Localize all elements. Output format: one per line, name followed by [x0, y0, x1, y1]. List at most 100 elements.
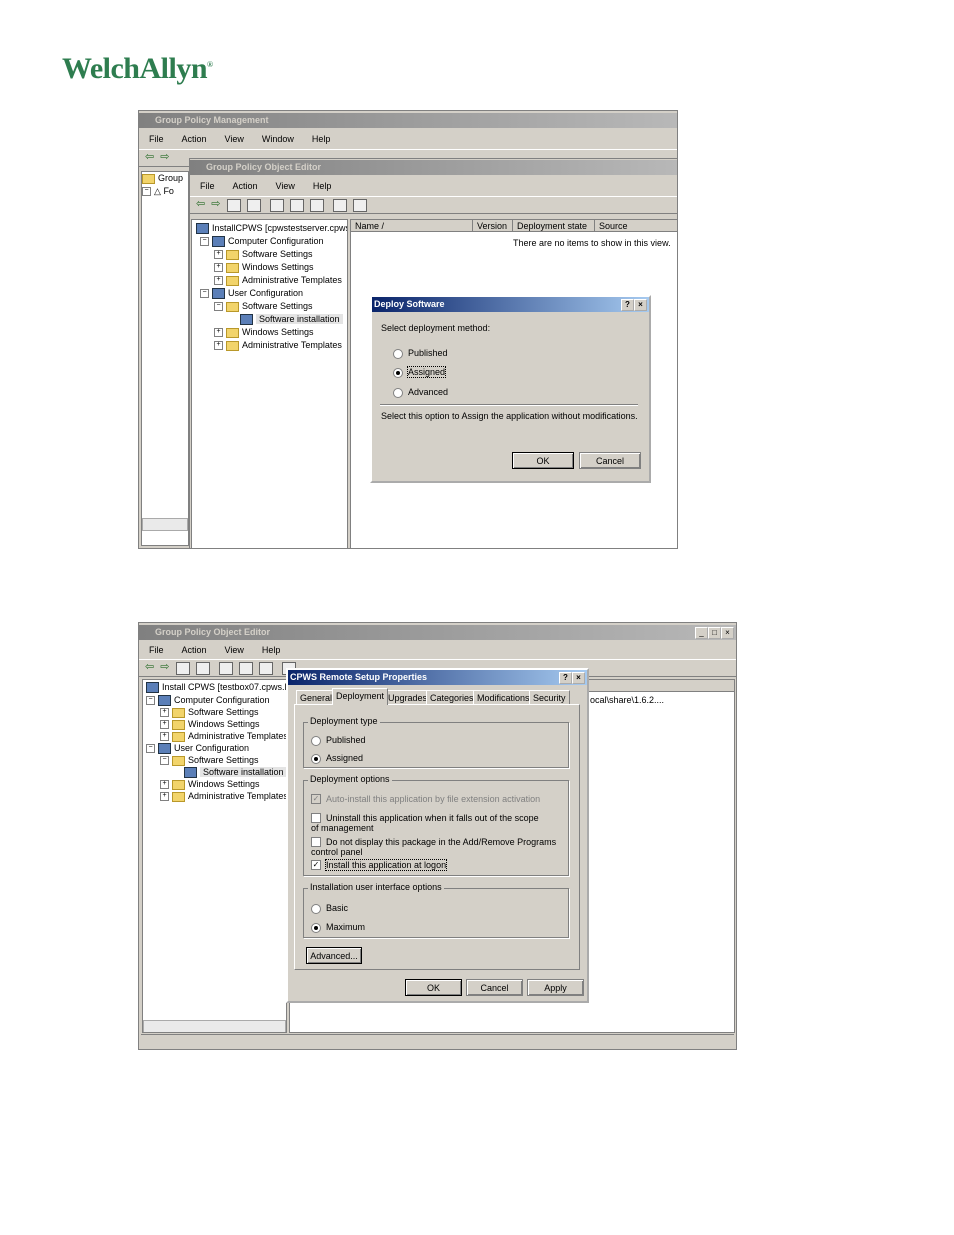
gpm-icon [142, 173, 155, 184]
tree-horizontal-scrollbar[interactable] [143, 1020, 286, 1032]
help-icon[interactable] [332, 199, 347, 212]
radio-published[interactable]: Published [311, 735, 366, 746]
gpm-tree-scrollbar[interactable] [142, 518, 188, 531]
radio-basic[interactable]: Basic [311, 903, 348, 914]
tree-administrative-templates[interactable]: + Administrative Templates [146, 730, 286, 742]
properties-icon[interactable] [270, 199, 284, 212]
radio-icon [311, 735, 321, 746]
tab-security[interactable]: Security [529, 690, 570, 704]
menu-help[interactable]: Help [313, 181, 332, 191]
tab-categories[interactable]: Categories [426, 690, 478, 704]
radio-assigned[interactable]: Assigned [393, 366, 447, 378]
export-icon[interactable] [310, 199, 324, 212]
help-button[interactable]: ? [559, 672, 572, 684]
menu-action[interactable]: Action [233, 181, 258, 191]
menu-file[interactable]: File [149, 645, 164, 655]
computer-icon [158, 695, 171, 707]
up-folder-icon[interactable] [227, 199, 242, 212]
apply-button[interactable]: Apply [527, 979, 584, 996]
cancel-button[interactable]: Cancel [466, 979, 523, 996]
tree-software-installation[interactable]: Software installation [146, 766, 286, 779]
menu-help[interactable]: Help [262, 645, 281, 655]
back-arrow-icon[interactable]: ⇦ [145, 150, 154, 164]
forward-arrow-icon[interactable]: ⇨ [160, 150, 169, 164]
radio-selected-icon [311, 922, 321, 933]
column-source[interactable]: Source [595, 220, 677, 232]
column-name[interactable]: Name / [351, 220, 473, 232]
forward-arrow-icon[interactable]: ⇨ [160, 660, 169, 674]
forest-icon: △ [154, 186, 161, 196]
checkbox-hide-add-remove[interactable]: Do not display this package in the Add/R… [311, 837, 561, 857]
deploy-prompt: Select deployment method: [381, 323, 491, 333]
refresh-icon[interactable] [239, 662, 253, 675]
menu-file[interactable]: File [200, 181, 215, 191]
maximize-button[interactable]: □ [708, 627, 721, 639]
menu-view[interactable]: View [225, 134, 244, 144]
help-button[interactable]: ? [621, 299, 634, 311]
tree-windows-settings[interactable]: + Windows Settings [196, 261, 347, 274]
show-hide-tree-icon[interactable] [196, 662, 211, 675]
radio-published[interactable]: Published [393, 348, 448, 359]
menu-window[interactable]: Window [262, 134, 294, 144]
tab-modifications[interactable]: Modifications [473, 690, 534, 704]
tree-software-settings[interactable]: − Software Settings [196, 300, 347, 313]
tree-user-configuration[interactable]: − User Configuration [196, 287, 347, 300]
tree-software-settings[interactable]: + Software Settings [146, 706, 286, 718]
close-button[interactable]: × [572, 672, 585, 684]
console-icon[interactable] [352, 199, 367, 212]
tab-deployment[interactable]: Deployment [332, 688, 389, 705]
minimize-button[interactable]: _ [695, 627, 708, 639]
tab-upgrades[interactable]: Upgrades [384, 690, 432, 704]
menu-view[interactable]: View [276, 181, 295, 191]
radio-assigned[interactable]: Assigned [311, 753, 363, 764]
show-hide-tree-icon[interactable] [247, 199, 262, 212]
deployment-type-group: Deployment type Published Assigned [303, 716, 569, 768]
tree-item[interactable]: − △ Fo [142, 185, 188, 198]
menu-view[interactable]: View [225, 645, 244, 655]
close-button[interactable]: × [634, 299, 647, 311]
tree-computer-configuration[interactable]: − Computer Configuration [196, 235, 347, 248]
tree-software-settings[interactable]: − Software Settings [146, 754, 286, 766]
menu-file[interactable]: File [149, 134, 164, 144]
tree-administrative-templates[interactable]: + Administrative Templates [146, 790, 286, 802]
radio-maximum[interactable]: Maximum [311, 922, 365, 933]
tree-root[interactable]: InstallCPWS [cpwstestserver.cpws [196, 222, 347, 235]
cancel-button[interactable]: Cancel [579, 452, 641, 469]
checkbox-install-at-logon[interactable]: ✓ Install this application at logon [311, 859, 448, 871]
tree-windows-settings[interactable]: + Windows Settings [196, 326, 347, 339]
package-source: ocal\share\1.6.2.... [590, 695, 665, 705]
back-arrow-icon[interactable]: ⇦ [145, 660, 154, 674]
menu-action[interactable]: Action [182, 645, 207, 655]
advanced-button[interactable]: Advanced... [306, 947, 362, 964]
tree-administrative-templates[interactable]: + Administrative Templates [196, 339, 347, 352]
radio-selected-icon [393, 367, 403, 378]
tree-windows-settings[interactable]: + Windows Settings [146, 778, 286, 790]
ok-button[interactable]: OK [512, 452, 574, 469]
radio-advanced[interactable]: Advanced [393, 387, 448, 398]
tree-user-configuration[interactable]: − User Configuration [146, 742, 286, 755]
up-folder-icon[interactable] [176, 662, 191, 675]
forward-arrow-icon[interactable]: ⇨ [211, 197, 220, 211]
column-deployment-state[interactable]: Deployment state [513, 220, 595, 232]
tree-computer-configuration[interactable]: − Computer Configuration [146, 694, 286, 707]
tree-item[interactable]: Group [142, 172, 188, 185]
menu-action[interactable]: Action [182, 134, 207, 144]
checkbox-icon [311, 813, 321, 823]
tree-software-settings[interactable]: + Software Settings [196, 248, 347, 261]
properties-icon[interactable] [219, 662, 233, 675]
tree-root[interactable]: Install CPWS [testbox07.cpws.loca [146, 681, 286, 694]
close-button[interactable]: × [721, 627, 734, 639]
menu-help[interactable]: Help [312, 134, 331, 144]
tab-general[interactable]: General [296, 690, 337, 704]
back-arrow-icon[interactable]: ⇦ [196, 197, 205, 211]
refresh-icon[interactable] [290, 199, 304, 212]
tree-software-installation[interactable]: Software installation [196, 313, 347, 326]
checkbox-uninstall-out-of-scope[interactable]: Uninstall this application when it falls… [311, 813, 541, 833]
column-version[interactable]: Version [473, 220, 513, 232]
gpoe-tree-pane: Install CPWS [testbox07.cpws.loca −Compu… [142, 679, 287, 1033]
ok-button[interactable]: OK [405, 979, 462, 996]
export-icon[interactable] [259, 662, 273, 675]
tree-windows-settings[interactable]: + Windows Settings [146, 718, 286, 730]
radio-icon [311, 903, 321, 914]
tree-administrative-templates[interactable]: + Administrative Templates [196, 274, 347, 287]
